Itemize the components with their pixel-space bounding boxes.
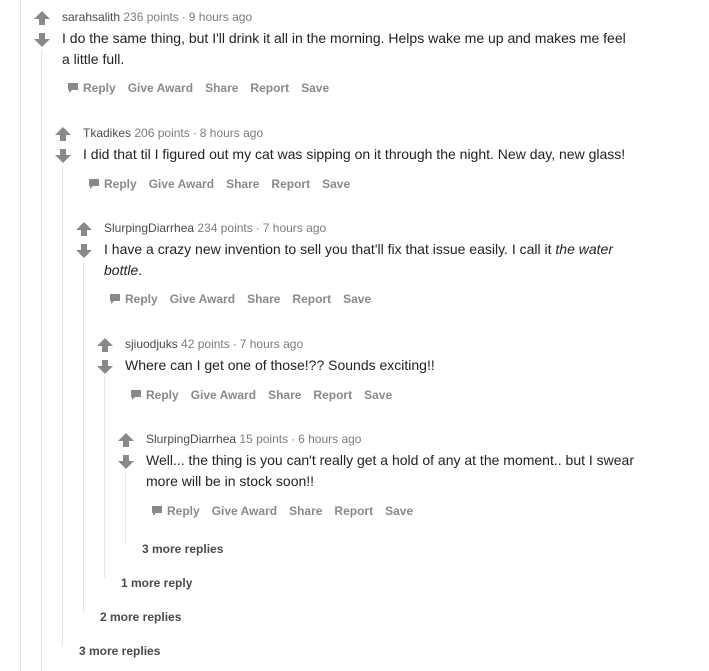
share-button[interactable]: Share: [289, 504, 322, 518]
reply-button[interactable]: Reply: [151, 504, 200, 518]
timestamp[interactable]: 7 hours ago: [240, 337, 303, 351]
thread-line[interactable]: [62, 166, 63, 646]
save-button[interactable]: Save: [322, 177, 350, 191]
more-replies-link[interactable]: 2 more replies: [100, 610, 181, 624]
downvote-arrow-icon[interactable]: [76, 244, 92, 258]
share-button[interactable]: Share: [247, 292, 280, 306]
save-button[interactable]: Save: [364, 388, 392, 402]
points: 15 points: [239, 432, 289, 446]
reply-icon: [130, 389, 142, 401]
reply-icon: [88, 178, 100, 190]
report-button[interactable]: Report: [313, 388, 352, 402]
timestamp[interactable]: 7 hours ago: [263, 221, 326, 235]
comment-body: sarahsalith 236 points · 9 hours ago I do …: [62, 9, 682, 70]
give-award-button[interactable]: Give Award: [191, 388, 256, 402]
report-button[interactable]: Report: [271, 177, 310, 191]
downvote-arrow-icon[interactable]: [55, 149, 71, 163]
emphasis-text: the water: [555, 241, 613, 257]
author-link[interactable]: SlurpingDiarrhea: [146, 432, 236, 446]
thread-line[interactable]: [125, 472, 126, 544]
points: 236 points: [123, 10, 179, 24]
share-button[interactable]: Share: [226, 177, 259, 191]
comment-meta: Tkadikes 206 points · 8 hours ago: [83, 126, 264, 140]
upvote-arrow-icon[interactable]: [34, 11, 50, 25]
comment-text-line: I did that til I figured out my cat was …: [83, 146, 626, 162]
comment-text-line: a little full.: [62, 51, 125, 67]
comment-text: I have a crazy new invention to sell you…: [104, 239, 664, 281]
comment-actions: Reply Give Award Share Report Save: [88, 177, 350, 191]
author-link[interactable]: sarahsalith: [62, 10, 120, 24]
thread-line[interactable]: [20, 0, 21, 671]
author-link[interactable]: Tkadikes: [83, 126, 131, 140]
comment-body: SlurpingDiarrhea 234 points · 7 hours ago …: [104, 220, 664, 281]
save-button[interactable]: Save: [343, 292, 371, 306]
more-replies-link[interactable]: 3 more replies: [79, 644, 160, 658]
timestamp[interactable]: 6 hours ago: [298, 432, 361, 446]
downvote-arrow-icon[interactable]: [34, 33, 50, 47]
reply-icon: [151, 505, 163, 517]
save-button[interactable]: Save: [301, 81, 329, 95]
thread-line[interactable]: [83, 260, 84, 612]
comment-text-line: Where can I get one of those!?? Sounds e…: [125, 357, 435, 373]
comment-actions: Reply Give Award Share Report Save: [151, 504, 413, 518]
comment-text-line: Well... the thing is you can't really ge…: [146, 452, 635, 468]
report-button[interactable]: Report: [250, 81, 289, 95]
save-button[interactable]: Save: [385, 504, 413, 518]
comment-text-line: I do the same thing, but I'll drink it a…: [62, 30, 626, 46]
thread-line[interactable]: [41, 50, 42, 671]
comment-text: Where can I get one of those!?? Sounds e…: [125, 355, 685, 376]
comment-text-line: bottle.: [104, 262, 143, 278]
comment-text: I do the same thing, but I'll drink it a…: [62, 28, 682, 70]
comment-body: sjiuodjuks 42 points · 7 hours ago Where c…: [125, 336, 685, 376]
more-replies-link[interactable]: 3 more replies: [142, 542, 223, 556]
comment-actions: Reply Give Award Share Report Save: [130, 388, 392, 402]
comment-meta: SlurpingDiarrhea 15 points · 6 hours ago: [146, 432, 362, 446]
comment-body: Tkadikes 206 points · 8 hours ago I did th…: [83, 125, 703, 165]
share-button[interactable]: Share: [268, 388, 301, 402]
comment-actions: Reply Give Award Share Report Save: [67, 81, 329, 95]
reply-button[interactable]: Reply: [88, 177, 137, 191]
report-button[interactable]: Report: [292, 292, 331, 306]
points: 234 points: [197, 221, 253, 235]
emphasis-text: bottle: [104, 262, 139, 278]
points: 206 points: [134, 126, 190, 140]
reply-icon: [67, 82, 79, 94]
comment-meta: sarahsalith 236 points · 9 hours ago: [62, 10, 253, 24]
timestamp[interactable]: 8 hours ago: [200, 126, 263, 140]
upvote-arrow-icon[interactable]: [76, 222, 92, 236]
share-button[interactable]: Share: [205, 81, 238, 95]
reply-button[interactable]: Reply: [67, 81, 116, 95]
reply-button[interactable]: Reply: [130, 388, 179, 402]
comment-meta: SlurpingDiarrhea 234 points · 7 hours ago: [104, 221, 327, 235]
points: 42 points: [181, 337, 230, 351]
upvote-arrow-icon[interactable]: [97, 338, 113, 352]
report-button[interactable]: Report: [334, 504, 373, 518]
author-link[interactable]: SlurpingDiarrhea: [104, 221, 194, 235]
author-link[interactable]: sjiuodjuks: [125, 337, 178, 351]
give-award-button[interactable]: Give Award: [212, 504, 277, 518]
downvote-arrow-icon[interactable]: [97, 360, 113, 374]
upvote-arrow-icon[interactable]: [118, 433, 134, 447]
comment-body: SlurpingDiarrhea 15 points · 6 hours ago W…: [146, 431, 701, 492]
more-replies-link[interactable]: 1 more reply: [121, 576, 192, 590]
comment-text-line: more will be in stock soon!!: [146, 473, 315, 489]
comment-text: I did that til I figured out my cat was …: [83, 144, 703, 165]
reply-button[interactable]: Reply: [109, 292, 158, 306]
timestamp[interactable]: 9 hours ago: [189, 10, 252, 24]
give-award-button[interactable]: Give Award: [128, 81, 193, 95]
give-award-button[interactable]: Give Award: [170, 292, 235, 306]
comment-text-line: I have a crazy new invention to sell you…: [104, 241, 613, 257]
comment-meta: sjiuodjuks 42 points · 7 hours ago: [125, 337, 304, 351]
comment-actions: Reply Give Award Share Report Save: [109, 292, 371, 306]
thread-line[interactable]: [104, 376, 105, 578]
upvote-arrow-icon[interactable]: [55, 127, 71, 141]
reply-icon: [109, 293, 121, 305]
downvote-arrow-icon[interactable]: [118, 455, 134, 469]
comment-text: Well... the thing is you can't really ge…: [146, 450, 701, 492]
give-award-button[interactable]: Give Award: [149, 177, 214, 191]
